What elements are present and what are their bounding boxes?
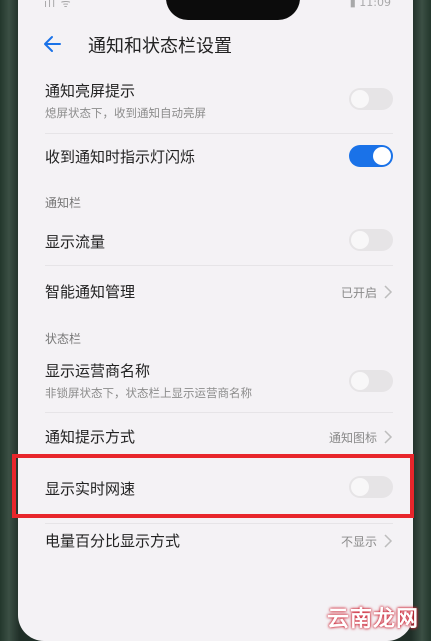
setting-value: 已开启 (340, 286, 377, 300)
setting-title: 电量百分比显示方式 (45, 532, 181, 550)
divider (45, 523, 393, 524)
setting-show-carrier[interactable]: 显示运营商名称 非锁屏状态下，状态栏上显示运营商名称 (18, 358, 413, 408)
phone-screen: ıll ᯤ ▮ 11:09 通知和状态栏设置 通知亮屏提示 熄屏状态下，收到通知… (18, 0, 413, 641)
setting-title: 通知提示方式 (45, 428, 136, 446)
show-traffic-toggle[interactable] (349, 229, 393, 251)
setting-notify-wake[interactable]: 通知亮屏提示 熄屏状态下，收到通知自动亮屏 (18, 78, 413, 130)
setting-subtitle: 熄屏状态下，收到通知自动亮屏 (45, 106, 206, 120)
notify-led-toggle[interactable] (349, 145, 393, 167)
setting-subtitle: 非锁屏状态下，状态栏上显示运营商名称 (45, 386, 252, 400)
section-header-status-bar: 状态栏 (45, 332, 82, 346)
chevron-right-icon (384, 534, 393, 548)
setting-smart-notify[interactable]: 智能通知管理 已开启 (18, 275, 413, 311)
back-arrow-icon[interactable] (40, 31, 66, 57)
highlight-box (12, 454, 414, 518)
clock-battery: ▮ 11:09 (349, 0, 391, 9)
watermark-logo: 云南龙网 (326, 607, 419, 632)
show-carrier-toggle[interactable] (349, 370, 393, 392)
divider (45, 412, 393, 413)
toggle-knob (373, 147, 391, 165)
divider (45, 133, 393, 134)
notify-wake-toggle[interactable] (349, 88, 393, 110)
divider (45, 265, 393, 266)
setting-battery-percent[interactable]: 电量百分比显示方式 不显示 (18, 526, 413, 562)
toggle-knob (351, 90, 369, 108)
toggle-knob (351, 231, 369, 249)
setting-value: 通知图标 (328, 431, 377, 445)
setting-show-traffic[interactable]: 显示流量 (18, 224, 413, 260)
setting-value: 不显示 (340, 535, 377, 549)
chevron-right-icon (384, 430, 393, 444)
camera-notch (166, 0, 300, 20)
setting-title: 收到通知时指示灯闪烁 (45, 148, 196, 166)
setting-title: 通知亮屏提示 (45, 82, 136, 100)
app-header: 通知和状态栏设置 (18, 26, 413, 62)
setting-notify-style[interactable]: 通知提示方式 通知图标 (18, 420, 413, 456)
setting-title: 显示运营商名称 (45, 362, 151, 380)
chevron-right-icon (384, 285, 393, 299)
signal-indicator: ıll ᯤ (44, 0, 72, 10)
setting-title: 显示流量 (45, 233, 106, 251)
toggle-knob (351, 372, 369, 390)
section-header-notification-bar: 通知栏 (45, 196, 82, 210)
setting-title: 智能通知管理 (45, 283, 136, 301)
page-title: 通知和状态栏设置 (88, 36, 232, 57)
setting-notify-led[interactable]: 收到通知时指示灯闪烁 (18, 140, 413, 176)
